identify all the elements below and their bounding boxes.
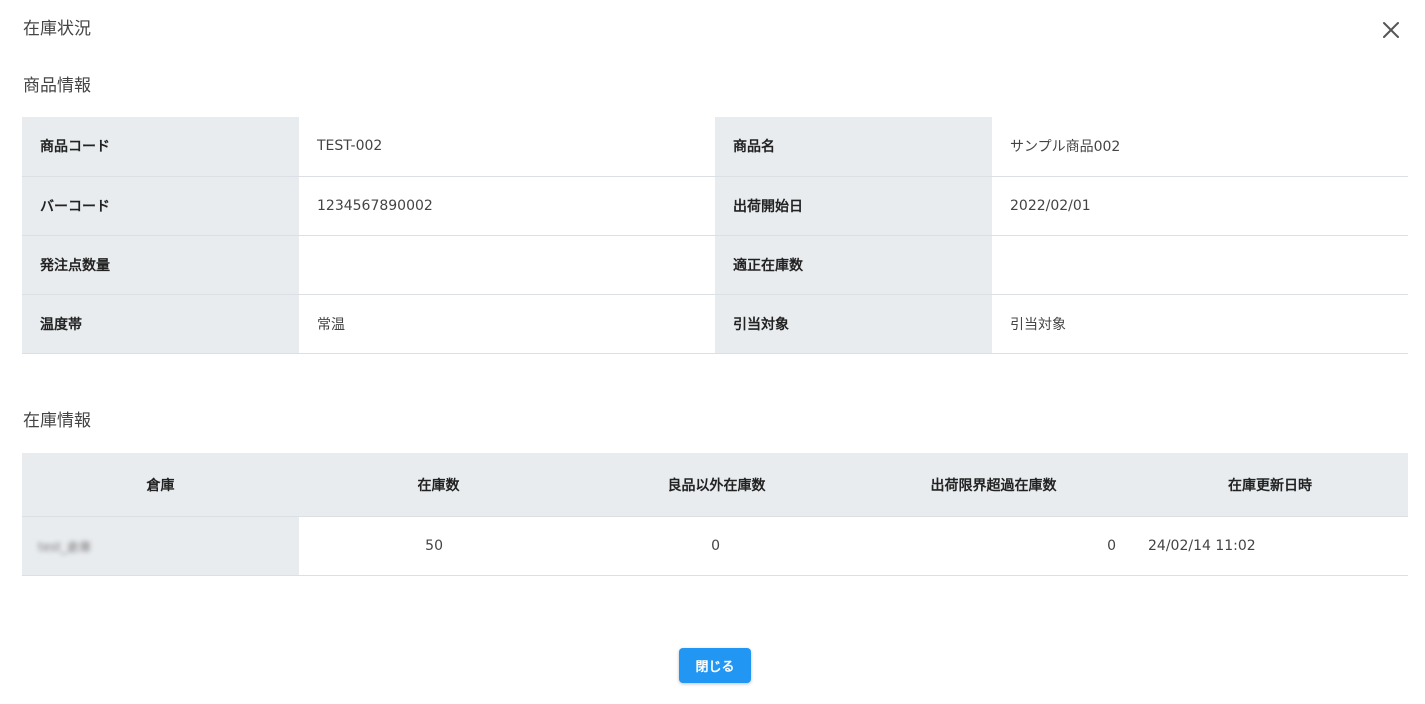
close-icon[interactable] (1380, 19, 1402, 41)
temperature-zone-value: 常温 (299, 294, 715, 354)
stock-info-table: 倉庫 在庫数 良品以外在庫数 出荷限界超過在庫数 在庫更新日時 test_倉庫 … (22, 453, 1408, 576)
shipping-start-date-value: 2022/02/01 (992, 176, 1408, 236)
table-row: 商品コード TEST-002 商品名 サンプル商品002 (22, 117, 1408, 177)
product-section-title: 商品情報 (23, 76, 91, 96)
over-limit-quantity-cell: 0 (855, 516, 1132, 576)
optimal-stock-value (992, 235, 1408, 295)
updated-at-cell: 24/02/14 11:02 (1132, 516, 1408, 576)
allocation-target-label: 引当対象 (715, 294, 992, 354)
barcode-value: 1234567890002 (299, 176, 715, 236)
shipping-start-date-label: 出荷開始日 (715, 176, 992, 236)
quantity-cell: 50 (299, 516, 578, 576)
table-row: 温度帯 常温 引当対象 引当対象 (22, 294, 1408, 354)
column-header-non-good-quantity: 良品以外在庫数 (578, 453, 855, 517)
allocation-target-value: 引当対象 (992, 294, 1408, 354)
warehouse-cell: test_倉庫 (22, 516, 299, 576)
close-button[interactable]: 閉じる (679, 648, 751, 683)
column-header-updated-at: 在庫更新日時 (1132, 453, 1408, 517)
warehouse-name: test_倉庫 (38, 539, 92, 554)
stock-section-title: 在庫情報 (23, 411, 91, 431)
column-header-warehouse: 倉庫 (22, 453, 299, 517)
column-header-over-limit-quantity: 出荷限界超過在庫数 (855, 453, 1132, 517)
product-code-value: TEST-002 (299, 117, 715, 177)
table-row: test_倉庫 50 0 0 24/02/14 11:02 (22, 516, 1408, 576)
non-good-quantity-cell: 0 (578, 516, 855, 576)
reorder-point-label: 発注点数量 (22, 235, 299, 295)
column-header-quantity: 在庫数 (299, 453, 578, 517)
temperature-zone-label: 温度帯 (22, 294, 299, 354)
product-name-label: 商品名 (715, 117, 992, 177)
dialog-title: 在庫状況 (23, 19, 91, 39)
table-row: バーコード 1234567890002 出荷開始日 2022/02/01 (22, 176, 1408, 236)
product-code-label: 商品コード (22, 117, 299, 177)
optimal-stock-label: 適正在庫数 (715, 235, 992, 295)
stock-status-dialog: 在庫状況 商品情報 商品コード TEST-002 商品名 サンプル商品002 バ… (0, 0, 1425, 704)
table-row: 発注点数量 適正在庫数 (22, 235, 1408, 295)
reorder-point-value (299, 235, 715, 295)
product-info-table: 商品コード TEST-002 商品名 サンプル商品002 バーコード 12345… (22, 117, 1408, 354)
barcode-label: バーコード (22, 176, 299, 236)
table-header-row: 倉庫 在庫数 良品以外在庫数 出荷限界超過在庫数 在庫更新日時 (22, 453, 1408, 517)
product-name-value: サンプル商品002 (992, 117, 1408, 177)
